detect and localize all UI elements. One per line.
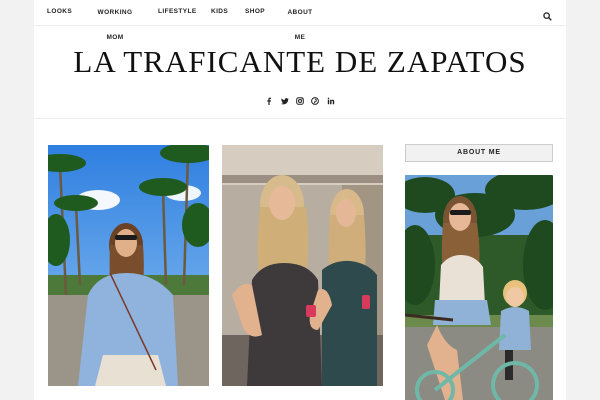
- nav-item-about-me[interactable]: ABOUT ME: [287, 0, 313, 50]
- facebook-icon[interactable]: [265, 97, 273, 105]
- nav-item-kids[interactable]: KIDS: [211, 8, 228, 15]
- instagram-icon[interactable]: [296, 96, 304, 105]
- pinterest-icon[interactable]: [311, 96, 320, 105]
- site-title[interactable]: LA TRAFICANTE DE ZAPATOS: [34, 44, 566, 80]
- post-photo-palm-trees[interactable]: [48, 145, 209, 386]
- top-nav: LOOKS WORKING MOM LIFESTYLE KIDS SHOP AB…: [34, 0, 566, 41]
- search-icon[interactable]: [543, 8, 552, 21]
- social-links: [34, 92, 566, 110]
- nav-item-lifestyle[interactable]: LIFESTYLE: [158, 8, 197, 15]
- header-divider: [34, 118, 566, 119]
- nav-item-looks[interactable]: LOOKS: [47, 8, 72, 15]
- nav-item-shop[interactable]: SHOP: [245, 8, 265, 15]
- sidebar-about-me-title: ABOUT ME: [405, 144, 553, 162]
- twitter-icon[interactable]: [280, 97, 289, 105]
- linkedin-icon[interactable]: [327, 97, 335, 105]
- nav-item-working-mom[interactable]: WORKING MOM: [96, 0, 134, 50]
- post-photo-gym-women[interactable]: [222, 145, 383, 386]
- page: LOOKS WORKING MOM LIFESTYLE KIDS SHOP AB…: [34, 0, 566, 400]
- sidebar-about-photo[interactable]: [405, 175, 553, 400]
